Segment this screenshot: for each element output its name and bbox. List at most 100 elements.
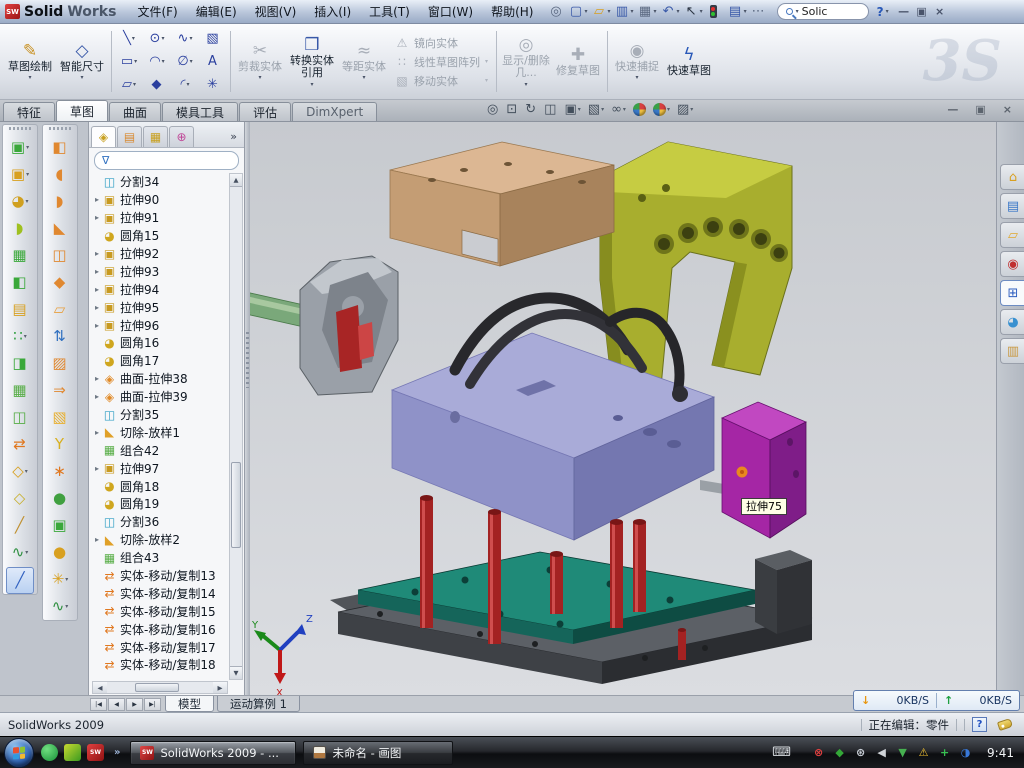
select-region-icon[interactable]: ▧ [199, 27, 227, 50]
circle-icon[interactable]: ⊙ ▾ [143, 27, 171, 50]
mirror-bodies-icon[interactable]: ◨ [3, 350, 37, 377]
view-orientation-icon[interactable]: ▣ ▾ [564, 102, 580, 117]
untrim-surface-icon[interactable]: Y [43, 431, 77, 458]
volume-tray-icon[interactable]: ◀ [874, 745, 889, 760]
rebuild-icon[interactable] [710, 5, 717, 18]
print-icon[interactable]: ▦ ▾ [637, 2, 659, 22]
menu-item[interactable]: 插入(I) [305, 3, 360, 20]
tree-item[interactable]: ▸ ▣ 拉伸92 [92, 245, 228, 263]
tree-item[interactable]: ▸ ◈ 曲面-拉伸39 [92, 388, 228, 406]
menu-item[interactable]: 帮助(H) [482, 3, 542, 20]
reference-axis-icon[interactable]: ╱ [3, 512, 37, 539]
tree-item[interactable]: ▸ ▣ 拉伸90 [92, 191, 228, 209]
search-dropdown-icon[interactable]: ▾ [796, 8, 799, 15]
scroll-right-icon[interactable]: ▶ [213, 682, 227, 693]
move-copy-body-icon[interactable]: ⇄ [3, 431, 37, 458]
quick-launch-chevron-icon[interactable]: » [114, 747, 120, 758]
tree-item[interactable]: ◕ 圆角18 [92, 477, 228, 495]
view-settings-icon[interactable]: ▨ ▾ [677, 102, 693, 117]
boundary-surface-icon[interactable]: ◫ [43, 242, 77, 269]
display-style-icon[interactable]: ▧ ▾ [588, 102, 604, 117]
featuremanager-tab-icon[interactable]: ◈ [91, 126, 116, 147]
swept-boss-icon[interactable]: ◗ [3, 215, 37, 242]
tab-evaluate[interactable]: 评估 [239, 102, 291, 121]
knit-surface-icon[interactable]: ∗ [43, 458, 77, 485]
expand-arrow-icon[interactable]: ▸ [92, 428, 102, 437]
tree-item[interactable]: ▸ ◣ 切除-放样2 [92, 531, 228, 549]
appearances-tab[interactable]: ◕ [1000, 309, 1024, 335]
push-pin-icon[interactable]: ◎ [547, 2, 566, 22]
display-delete-relations-button[interactable]: ◎ 显示/删除几... ▾ [500, 26, 552, 97]
tree-item[interactable]: ⇄ 实体-移动/复制15 [92, 602, 228, 620]
tree-item[interactable]: ◕ 圆角16 [92, 334, 228, 352]
messenger-tray-icon[interactable]: ◑ [958, 745, 973, 760]
taskbar-button-paint[interactable]: 未命名 - 画图 [303, 741, 453, 765]
planar-surface-icon[interactable]: ▱ [43, 296, 77, 323]
scroll-thumb[interactable] [135, 683, 179, 692]
tree-horizontal-scrollbar[interactable]: ◀ ▶ [92, 681, 228, 694]
expand-arrow-icon[interactable]: ▸ [92, 213, 102, 222]
helix-spiral-icon[interactable]: ∿ ▾ [43, 593, 77, 620]
menu-item[interactable]: 窗口(W) [419, 3, 482, 20]
mirror-entities-button[interactable]: ⚠ 镜向实体 [395, 35, 488, 51]
expand-arrow-icon[interactable]: ▸ [92, 267, 102, 276]
tree-item[interactable]: ▸ ▣ 拉伸91 [92, 209, 228, 227]
network-alert-tray-icon[interactable]: ⚠ [916, 745, 931, 760]
thicken-icon[interactable]: ● [43, 485, 77, 512]
tree-item[interactable]: ▸ ▣ 拉伸95 [92, 298, 228, 316]
rectangle-icon[interactable]: ▭ ▾ [115, 50, 143, 73]
expand-arrow-icon[interactable]: ▸ [92, 392, 102, 401]
delete-body-icon[interactable]: ◇ ▾ [3, 458, 37, 485]
ruled-surface-icon[interactable]: ▨ [43, 350, 77, 377]
tree-item[interactable]: ⇄ 实体-移动/复制16 [92, 620, 228, 638]
tree-item[interactable]: ▸ ◣ 切除-放样1 [92, 423, 228, 441]
tab-motion-study[interactable]: 运动算例 1 [217, 696, 300, 712]
tab-scroll-button[interactable]: ▶| [144, 698, 161, 711]
split-icon[interactable]: ◫ [3, 404, 37, 431]
help-dropdown-icon[interactable]: ▾ [886, 8, 889, 15]
tree-item[interactable]: ▸ ▣ 拉伸97 [92, 459, 228, 477]
scroll-thumb[interactable] [231, 462, 241, 548]
save-icon[interactable]: ▥ ▾ [614, 2, 636, 22]
quick-snaps-button[interactable]: ◉ 快速捕捉 ▾ [611, 26, 663, 97]
lofted-surface-icon[interactable]: ◣ [43, 215, 77, 242]
swept-surface-icon[interactable]: ◗ [43, 188, 77, 215]
toolbar-drag-handle[interactable] [49, 127, 71, 130]
tree-item[interactable]: ⇄ 实体-移动/复制13 [92, 567, 228, 585]
tree-item[interactable]: ▸ ▣ 拉伸93 [92, 262, 228, 280]
fillet-icon[interactable]: ◕ ▾ [3, 188, 37, 215]
tree-item[interactable]: ◕ 圆角15 [92, 227, 228, 245]
tree-item[interactable]: ◫ 分割35 [92, 406, 228, 424]
point-icon[interactable]: ✳ [199, 73, 227, 96]
start-button[interactable] [4, 738, 34, 768]
toolbar-drag-handle[interactable] [9, 127, 31, 130]
game-quicklaunch-icon[interactable] [64, 744, 81, 761]
menu-item[interactable]: 文件(F) [128, 3, 186, 20]
expand-arrow-icon[interactable]: ▸ [92, 321, 102, 330]
undo-icon[interactable]: ↶ ▾ [660, 2, 682, 22]
taskbar-button-solidworks[interactable]: SW SolidWorks 2009 - ... [130, 741, 296, 765]
boundary-boss-icon[interactable]: ◧ [3, 269, 37, 296]
help-button[interactable]: ? [877, 5, 884, 19]
repair-sketch-button[interactable]: ✚ 修复草图 [552, 26, 604, 97]
select-icon[interactable]: ↖ ▾ [683, 2, 705, 22]
tree-item[interactable]: ◕ 圆角17 [92, 352, 228, 370]
tab-model[interactable]: 模型 [165, 696, 214, 712]
revolved-surface-icon[interactable]: ◖ [43, 161, 77, 188]
tab-features[interactable]: 特征 [3, 102, 55, 121]
quick-tips-button[interactable]: ? [972, 717, 987, 732]
solidworks-quicklaunch-icon[interactable]: SW [87, 744, 104, 761]
solidworks-resources-tab[interactable]: ⌂ [1000, 164, 1024, 190]
update-tray-icon[interactable]: ⊛ [853, 745, 868, 760]
ellipse-icon[interactable]: ∅ ▾ [171, 50, 199, 73]
apply-scene-icon[interactable]: ▾ [653, 103, 670, 116]
dimxpertmanager-tab-icon[interactable]: ⊕ [169, 126, 194, 147]
trim-entities-button[interactable]: ✂ 剪裁实体 ▾ [234, 26, 286, 97]
linear-sketch-pattern-button[interactable]: ∷ 线性草图阵列 ▾ [395, 54, 488, 70]
expand-arrow-icon[interactable]: ▸ [92, 303, 102, 312]
hide-show-items-icon[interactable]: ∞ ▾ [611, 102, 626, 117]
combine-icon[interactable]: ▦ [3, 377, 37, 404]
dome-icon[interactable]: ● [43, 539, 77, 566]
expand-arrow-icon[interactable]: ▸ [92, 285, 102, 294]
offset-surface-icon[interactable]: ⇅ [43, 323, 77, 350]
